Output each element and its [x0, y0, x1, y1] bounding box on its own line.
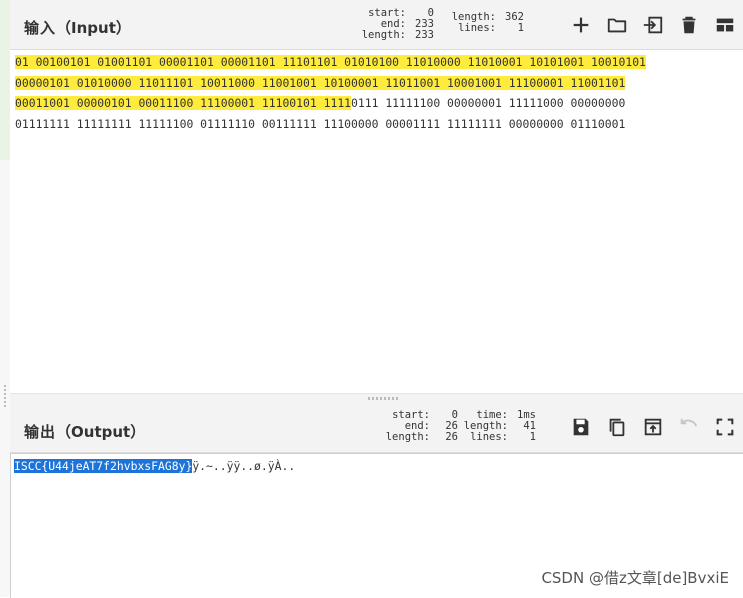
stat-label: length: — [385, 431, 430, 443]
stat-label: length: — [361, 29, 406, 41]
output-selection-stats: start: 0 end: 26 length: 26 — [384, 410, 458, 443]
stat-value: 26 — [445, 431, 458, 443]
output-timing-stats: time: 1ms length: 41 lines: 1 — [462, 410, 536, 443]
left-sidebar-strip — [0, 0, 10, 597]
stat-label: lines: — [470, 431, 508, 443]
open-folder-icon[interactable] — [605, 13, 629, 37]
input-panel-header: 输入（Input） start: 0 end: 233 length: 233 len… — [10, 0, 743, 50]
input-line: 01111111 11111111 11111100 01111110 0011… — [15, 114, 625, 135]
sidebar-green-region — [0, 0, 10, 160]
stat-value: 233 — [415, 29, 434, 41]
input-title-zh: 输入 — [24, 19, 57, 37]
output-plain-text: ÿ.~..ÿÿ..ø.ÿÀ.. — [192, 459, 296, 473]
selected-flag-text: ISCC{U44jeAT7f2hvbxsFAG8y} — [14, 459, 193, 473]
output-panel-header: 输出（Output） start: 0 end: 26 length: 26 time… — [10, 403, 743, 453]
input-line: 00000101 01010000 11011101 10011000 1100… — [15, 73, 626, 94]
trash-icon[interactable] — [677, 13, 701, 37]
fullscreen-icon[interactable] — [713, 415, 737, 439]
input-title-en: （Input） — [56, 19, 131, 37]
divider-grip[interactable] — [368, 397, 398, 400]
sidebar-resize-grip[interactable] — [4, 385, 6, 409]
plain-text: 0111 11111100 00000001 11111000 00000000 — [351, 96, 626, 110]
save-icon[interactable] — [569, 415, 593, 439]
replace-input-icon[interactable] — [641, 415, 665, 439]
stat-label: lines: — [458, 22, 496, 34]
input-textarea[interactable]: 01 00100101 01001101 00001101 00001101 1… — [10, 50, 743, 393]
output-title-en: （Output） — [56, 423, 146, 441]
plain-text: 01111111 11111111 11111100 01111110 0011… — [15, 117, 626, 131]
output-line: ISCC{U44jeAT7f2hvbxsFAG8y}ÿ.~..ÿÿ..ø.ÿÀ.… — [14, 458, 295, 474]
stat-value: 1 — [517, 22, 524, 34]
move-to-input-icon[interactable] — [641, 13, 665, 37]
copy-icon[interactable] — [605, 415, 629, 439]
stat-value: 1 — [529, 431, 536, 443]
highlighted-text: 00011001 00000101 00011100 11100001 1110… — [15, 96, 352, 110]
layout-icon[interactable] — [713, 13, 737, 37]
undo-icon[interactable] — [677, 415, 701, 439]
sidebar-grey-region — [0, 160, 10, 597]
input-selection-stats: start: 0 end: 233 length: 233 — [360, 8, 434, 41]
highlighted-text: 01 00100101 01001101 00001101 00001101 1… — [15, 55, 646, 69]
highlighted-text: 00000101 01010000 11011101 10011000 1100… — [15, 76, 626, 90]
input-line: 00011001 00000101 00011100 11100001 1110… — [15, 93, 625, 114]
input-title: 输入（Input） — [24, 17, 131, 38]
input-length-stats: length: 362 lines: 1 — [450, 12, 524, 34]
add-input-icon[interactable] — [569, 13, 593, 37]
output-title-zh: 输出 — [24, 423, 57, 441]
watermark-text: CSDN @借z文章[de]BvxiE — [541, 569, 729, 587]
output-title: 输出（Output） — [24, 421, 145, 442]
input-line: 01 00100101 01001101 00001101 00001101 1… — [15, 52, 646, 73]
